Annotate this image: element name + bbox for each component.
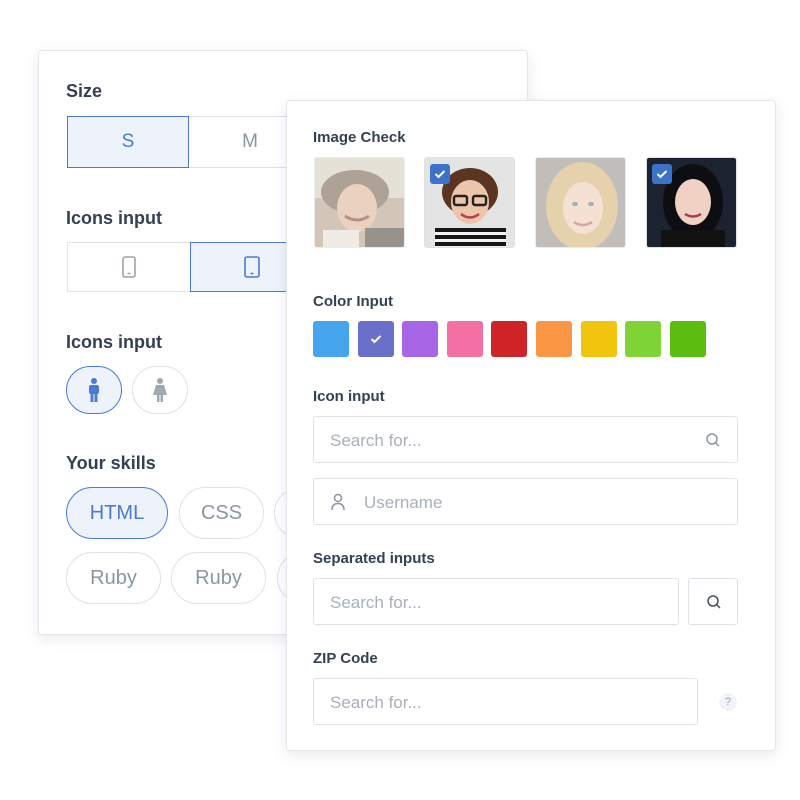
tablet-icon bbox=[244, 256, 260, 278]
size-label: Size bbox=[66, 81, 103, 101]
search-input[interactable]: Search for... bbox=[313, 416, 738, 463]
color-swatch[interactable] bbox=[313, 321, 349, 357]
color-swatch[interactable] bbox=[491, 321, 528, 357]
checkmark-icon bbox=[430, 164, 450, 184]
color-swatch[interactable] bbox=[402, 321, 439, 357]
man-option[interactable] bbox=[66, 366, 122, 414]
skill-pill[interactable]: CSS bbox=[179, 487, 264, 539]
separated-search-input[interactable]: Search for... bbox=[313, 578, 679, 625]
color-input-label: Color Input bbox=[313, 293, 393, 310]
image-option-1[interactable] bbox=[314, 157, 405, 248]
image-option-2[interactable] bbox=[424, 157, 515, 248]
username-placeholder: Username bbox=[364, 493, 443, 512]
search-button[interactable] bbox=[688, 578, 738, 625]
size-option-s[interactable]: S bbox=[67, 116, 189, 168]
separated-inputs-label: Separated inputs bbox=[313, 550, 435, 567]
icon-input-label: Icon input bbox=[313, 388, 385, 405]
help-icon[interactable]: ? bbox=[719, 693, 737, 711]
separated-search-placeholder: Search for... bbox=[330, 593, 422, 612]
front-form-card: Image Check Color Input Icon input Searc… bbox=[286, 100, 776, 751]
icons-input-label: Icons input bbox=[66, 208, 162, 228]
checkmark-icon bbox=[652, 164, 672, 184]
icons-input-2-label: Icons input bbox=[66, 332, 162, 352]
search-icon bbox=[707, 595, 721, 609]
image-check-label: Image Check bbox=[313, 129, 406, 146]
zip-code-input[interactable]: Search for... bbox=[313, 678, 698, 725]
portrait-photo bbox=[536, 158, 625, 247]
woman-icon bbox=[153, 378, 167, 402]
phone-option[interactable] bbox=[67, 242, 191, 292]
color-swatch[interactable] bbox=[625, 321, 662, 357]
woman-option[interactable] bbox=[132, 366, 188, 414]
zip-code-label: ZIP Code bbox=[313, 650, 378, 667]
man-icon bbox=[89, 378, 99, 402]
skill-pill[interactable]: Ruby bbox=[66, 552, 161, 604]
skills-label: Your skills bbox=[66, 453, 156, 473]
checkmark-icon bbox=[370, 335, 381, 344]
search-icon bbox=[706, 433, 720, 447]
color-swatch[interactable] bbox=[580, 321, 617, 357]
color-swatch[interactable] bbox=[669, 321, 706, 357]
portrait-photo bbox=[315, 158, 404, 247]
image-option-3[interactable] bbox=[535, 157, 626, 248]
color-swatch[interactable] bbox=[357, 321, 394, 357]
skill-pill[interactable]: Ruby bbox=[171, 552, 266, 604]
username-input[interactable]: Username bbox=[313, 478, 738, 525]
color-swatch[interactable] bbox=[446, 321, 483, 357]
search-placeholder: Search for... bbox=[330, 431, 422, 450]
image-option-4[interactable] bbox=[646, 157, 737, 248]
phone-icon bbox=[122, 256, 136, 278]
skill-pill[interactable]: HTML bbox=[66, 487, 168, 539]
user-icon bbox=[331, 493, 345, 511]
color-swatch[interactable] bbox=[536, 321, 572, 357]
zip-code-placeholder: Search for... bbox=[330, 693, 422, 712]
